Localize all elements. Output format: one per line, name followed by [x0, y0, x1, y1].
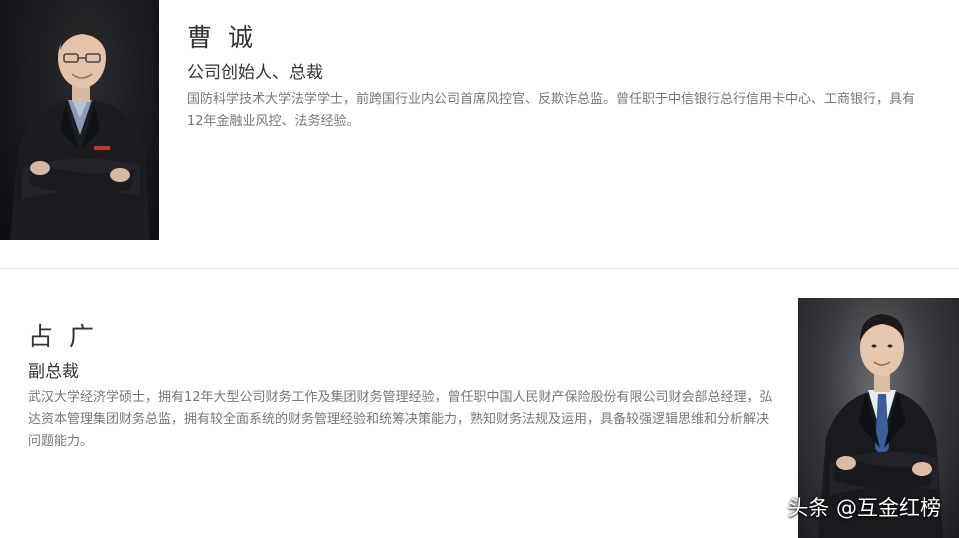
person-title: 公司创始人、总裁	[187, 63, 323, 83]
person-bio: 武汉大学经济学硕士，拥有12年大型公司财务工作及集团财务管理经验，曾任职中国人民…	[28, 390, 773, 449]
person-name: 曹 诚	[187, 23, 257, 52]
portrait-photo-1	[0, 0, 159, 240]
section-divider	[0, 268, 959, 269]
watermark-text: 头条 @互金红榜	[787, 496, 941, 520]
person-name: 占 广	[28, 322, 98, 351]
person-title: 副总裁	[28, 362, 79, 382]
profile-card-1: 曹 诚 公司创始人、总裁 国防科学技术大学法学学士，前跨国行业内公司首席风控官、…	[0, 0, 959, 268]
person-bio: 国防科学技术大学法学学士，前跨国行业内公司首席风控官、反欺诈总监。曾任职于中信银…	[187, 92, 916, 129]
portrait-illustration-1	[10, 26, 150, 240]
